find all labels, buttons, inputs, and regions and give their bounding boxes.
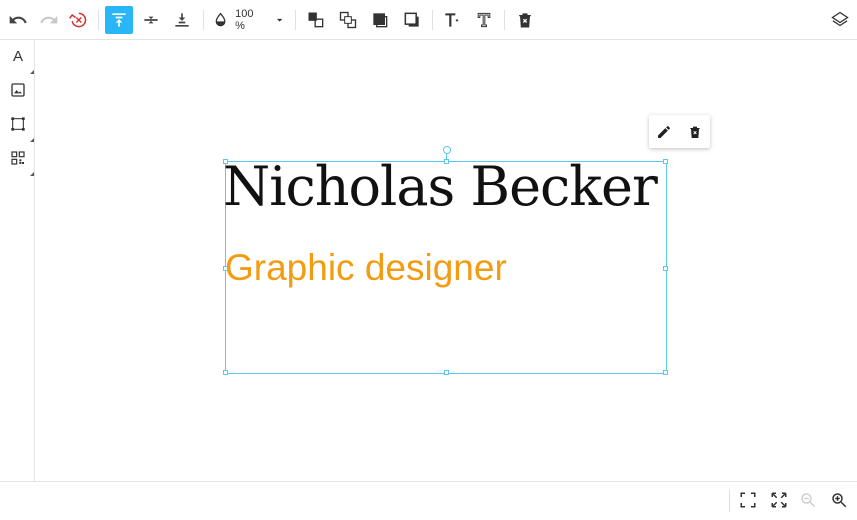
resize-handle-right[interactable] (663, 266, 668, 271)
undo-icon (9, 15, 27, 24)
text-size-up-icon (445, 13, 459, 27)
submenu-indicator (30, 70, 34, 74)
text-size-down-icon (477, 12, 491, 28)
statusbar-divider (729, 490, 730, 512)
text-tool-icon: A (12, 47, 23, 65)
toolbar-divider (295, 10, 296, 30)
toolbar-divider (203, 10, 204, 30)
layers-button[interactable] (826, 6, 854, 34)
align-bottom-icon (175, 13, 189, 27)
align-bottom-button[interactable] (168, 6, 196, 34)
fullscreen-button[interactable] (767, 488, 791, 512)
send-to-back-icon (404, 12, 419, 27)
undo-button[interactable] (4, 6, 32, 34)
text-size-down-button[interactable] (470, 6, 498, 34)
toolbar-divider (98, 10, 99, 30)
bring-forward-icon (308, 12, 324, 28)
tool-sidebar: A (0, 40, 35, 481)
delete-button[interactable] (511, 6, 539, 34)
element-context-popup (649, 115, 710, 148)
role-text[interactable]: Graphic designer (225, 246, 507, 290)
opacity-value: 100 % (235, 8, 254, 32)
align-top-icon (112, 13, 126, 27)
send-backward-icon (339, 11, 357, 29)
image-tool-icon (11, 83, 25, 97)
edit-button[interactable] (652, 120, 676, 144)
name-text[interactable]: Nicholas Becker (223, 152, 658, 222)
delete-icon (690, 126, 700, 138)
align-middle-icon (144, 12, 158, 28)
toolbar-divider (432, 10, 433, 30)
fit-to-screen-button[interactable] (736, 488, 760, 512)
resize-handle-bottom[interactable] (444, 370, 449, 375)
layers-icon (831, 11, 849, 27)
bring-to-front-icon (373, 13, 388, 28)
align-top-button[interactable] (105, 6, 133, 34)
zoom-out-button[interactable] (796, 488, 820, 512)
text-size-up-button[interactable] (438, 6, 466, 34)
reset-icon (69, 12, 87, 28)
submenu-indicator (30, 138, 34, 142)
bring-to-front-button[interactable] (366, 6, 394, 34)
send-to-back-button[interactable] (398, 6, 426, 34)
align-middle-button[interactable] (137, 6, 165, 34)
redo-icon (40, 15, 58, 24)
resize-handle-top-right[interactable] (663, 159, 668, 164)
fit-to-screen-icon (740, 492, 756, 508)
image-tool-button[interactable] (4, 76, 32, 104)
redo-button[interactable] (35, 6, 63, 34)
delete-element-button[interactable] (683, 120, 707, 144)
resize-handle-bottom-right[interactable] (663, 370, 668, 375)
delete-icon (519, 13, 531, 28)
chevron-down-icon (276, 18, 283, 22)
zoom-out-icon (801, 493, 816, 508)
zoom-in-icon (832, 493, 847, 508)
qr-code-tool-button[interactable] (4, 144, 34, 176)
shape-tool-icon (11, 117, 25, 131)
shape-tool-button[interactable] (4, 110, 34, 142)
zoom-in-button[interactable] (827, 488, 851, 512)
fullscreen-icon (771, 492, 787, 508)
reset-button[interactable] (64, 6, 92, 34)
resize-handle-bottom-left[interactable] (223, 370, 228, 375)
qr-code-tool-icon (11, 151, 25, 165)
opacity-dropdown[interactable]: 100 % (212, 6, 286, 34)
bottom-status-bar (0, 481, 857, 520)
send-backward-button[interactable] (334, 6, 362, 34)
edit-icon (658, 125, 671, 138)
text-tool-button[interactable]: A (4, 42, 34, 74)
opacity-icon (215, 12, 226, 27)
submenu-indicator (30, 172, 34, 176)
toolbar-divider (504, 10, 505, 30)
bring-forward-button[interactable] (302, 6, 330, 34)
top-toolbar: 100 % (0, 0, 857, 40)
